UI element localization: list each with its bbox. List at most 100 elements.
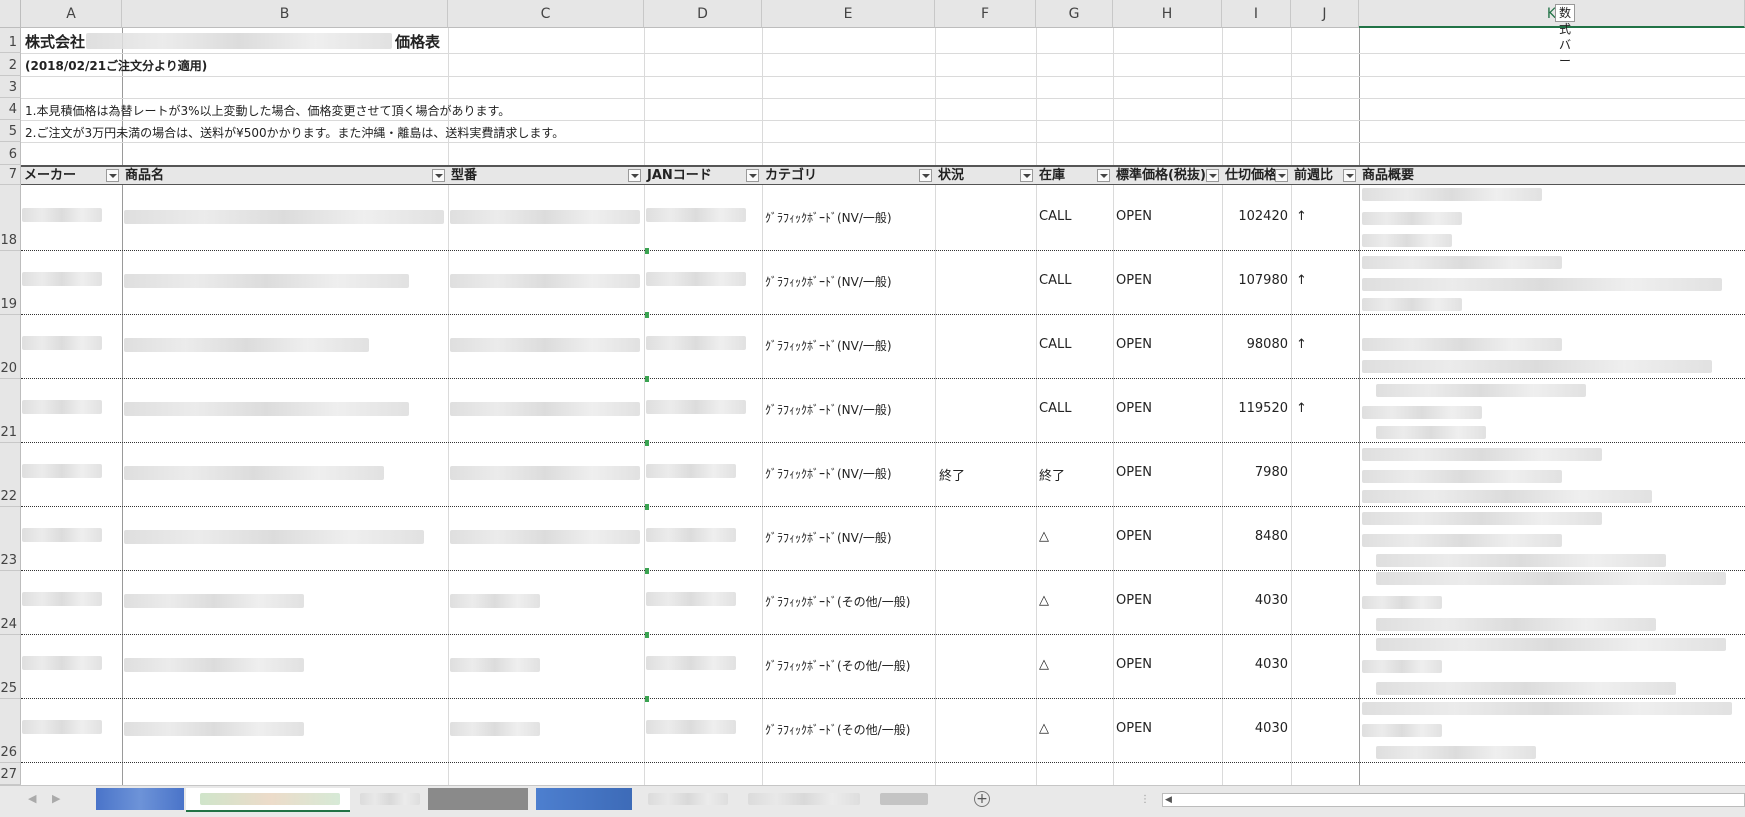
std-price-cell[interactable]: OPEN — [1116, 337, 1152, 352]
weekly-change-cell[interactable]: ↑ — [1296, 337, 1307, 352]
filter-dropdown-icon[interactable] — [106, 169, 119, 182]
sheet-tab-active[interactable] — [186, 788, 350, 812]
column-header-h[interactable]: H — [1113, 0, 1222, 28]
std-price-cell[interactable]: OPEN — [1116, 721, 1152, 736]
error-indicator-icon[interactable] — [645, 376, 649, 382]
weekly-change-cell[interactable]: ↑ — [1296, 401, 1307, 416]
category-cell[interactable]: ｸﾞﾗﾌｨｯｸﾎﾞｰﾄﾞ(その他/一般) — [765, 721, 910, 738]
add-sheet-icon[interactable]: + — [974, 791, 990, 807]
std-price-cell[interactable]: OPEN — [1116, 529, 1152, 544]
error-indicator-icon[interactable] — [645, 440, 649, 446]
table-header-summary[interactable]: 商品概要 — [1359, 165, 1745, 185]
price-cell[interactable]: 98080 — [1222, 337, 1288, 352]
column-header-c[interactable]: C — [448, 0, 644, 28]
filter-dropdown-icon[interactable] — [919, 169, 932, 182]
std-price-cell[interactable]: OPEN — [1116, 465, 1152, 480]
price-cell[interactable]: 119520 — [1222, 401, 1288, 416]
std-price-cell[interactable]: OPEN — [1116, 593, 1152, 608]
category-cell[interactable]: ｸﾞﾗﾌｨｯｸﾎﾞｰﾄﾞ(NV/一般) — [765, 401, 892, 418]
stock-cell[interactable]: △ — [1039, 593, 1049, 608]
category-cell[interactable]: ｸﾞﾗﾌｨｯｸﾎﾞｰﾄﾞ(その他/一般) — [765, 593, 910, 610]
sheet-tab[interactable] — [876, 788, 932, 810]
category-cell[interactable]: ｸﾞﾗﾌｨｯｸﾎﾞｰﾄﾞ(NV/一般) — [765, 209, 892, 226]
row-header[interactable]: 6 — [0, 142, 21, 165]
row-header[interactable]: 4 — [0, 98, 21, 120]
column-header-a[interactable]: A — [21, 0, 122, 28]
row-header[interactable]: 221 — [0, 379, 21, 443]
error-indicator-icon[interactable] — [645, 696, 649, 702]
row-header[interactable]: 226 — [0, 699, 21, 763]
stock-cell[interactable]: CALL — [1039, 273, 1071, 288]
filter-dropdown-icon[interactable] — [1206, 169, 1219, 182]
sheet-tab[interactable] — [96, 788, 184, 810]
error-indicator-icon[interactable] — [645, 568, 649, 574]
price-cell[interactable]: 7980 — [1222, 465, 1288, 480]
sheet-tab[interactable] — [356, 788, 424, 810]
error-indicator-icon[interactable] — [645, 312, 649, 318]
price-cell[interactable]: 8480 — [1222, 529, 1288, 544]
horizontal-scrollbar[interactable]: ◀ — [1162, 793, 1745, 807]
row-header[interactable]: 7 — [0, 165, 21, 185]
table-header-product-name[interactable]: 商品名 — [122, 165, 448, 185]
column-header-e[interactable]: E — [762, 0, 935, 28]
price-cell[interactable]: 102420 — [1222, 209, 1288, 224]
stock-cell[interactable]: △ — [1039, 721, 1049, 736]
sheet-tab[interactable] — [428, 788, 528, 810]
row-header[interactable]: 1 — [0, 28, 21, 53]
column-header-b[interactable]: B — [122, 0, 448, 28]
std-price-cell[interactable]: OPEN — [1116, 209, 1152, 224]
category-cell[interactable]: ｸﾞﾗﾌｨｯｸﾎﾞｰﾄﾞ(NV/一般) — [765, 273, 892, 290]
status-cell[interactable]: 終了 — [939, 465, 965, 484]
stock-cell[interactable]: △ — [1039, 657, 1049, 672]
row-header[interactable]: 222 — [0, 443, 21, 507]
row-header[interactable]: 225 — [0, 635, 21, 699]
std-price-cell[interactable]: OPEN — [1116, 273, 1152, 288]
tab-splitter-handle[interactable]: ⋮ — [1140, 794, 1150, 805]
weekly-change-cell[interactable]: ↑ — [1296, 209, 1307, 224]
std-price-cell[interactable]: OPEN — [1116, 657, 1152, 672]
price-cell[interactable]: 4030 — [1222, 593, 1288, 608]
next-sheet-icon[interactable]: ▶ — [52, 792, 60, 805]
table-header-maker[interactable]: メーカー — [21, 165, 122, 185]
row-header[interactable]: 223 — [0, 507, 21, 571]
column-header-i[interactable]: I — [1222, 0, 1291, 28]
sheet-tab[interactable] — [536, 788, 632, 810]
row-header[interactable]: 219 — [0, 251, 21, 315]
filter-dropdown-icon[interactable] — [1275, 169, 1288, 182]
filter-dropdown-icon[interactable] — [1020, 169, 1033, 182]
column-header-g[interactable]: G — [1036, 0, 1113, 28]
table-header-weekly-change[interactable]: 前週比 — [1291, 165, 1359, 185]
price-cell[interactable]: 107980 — [1222, 273, 1288, 288]
column-header-k[interactable]: K — [1359, 0, 1745, 28]
stock-cell[interactable]: △ — [1039, 529, 1049, 544]
table-header-jan[interactable]: JANコード — [644, 165, 762, 185]
weekly-change-cell[interactable]: ↑ — [1296, 273, 1307, 288]
error-indicator-icon[interactable] — [645, 504, 649, 510]
filter-dropdown-icon[interactable] — [1097, 169, 1110, 182]
filter-dropdown-icon[interactable] — [746, 169, 759, 182]
filter-dropdown-icon[interactable] — [1343, 169, 1356, 182]
sheet-tab[interactable] — [744, 788, 864, 810]
row-header[interactable]: 224 — [0, 571, 21, 635]
column-header-d[interactable]: D — [644, 0, 762, 28]
filter-dropdown-icon[interactable] — [432, 169, 445, 182]
stock-cell[interactable]: CALL — [1039, 337, 1071, 352]
select-all-corner[interactable] — [0, 0, 21, 28]
column-header-f[interactable]: F — [935, 0, 1036, 28]
category-cell[interactable]: ｸﾞﾗﾌｨｯｸﾎﾞｰﾄﾞ(NV/一般) — [765, 529, 892, 546]
stock-cell[interactable]: CALL — [1039, 209, 1071, 224]
row-header[interactable]: 2 — [0, 53, 21, 76]
stock-cell[interactable]: CALL — [1039, 401, 1071, 416]
category-cell[interactable]: ｸﾞﾗﾌｨｯｸﾎﾞｰﾄﾞ(その他/一般) — [765, 657, 910, 674]
price-cell[interactable]: 4030 — [1222, 657, 1288, 672]
table-header-stock[interactable]: 在庫 — [1036, 165, 1113, 185]
table-header-category[interactable]: カテゴリ — [762, 165, 935, 185]
category-cell[interactable]: ｸﾞﾗﾌｨｯｸﾎﾞｰﾄﾞ(NV/一般) — [765, 337, 892, 354]
row-header[interactable]: 3 — [0, 76, 21, 98]
table-header-status[interactable]: 状況 — [935, 165, 1036, 185]
category-cell[interactable]: ｸﾞﾗﾌｨｯｸﾎﾞｰﾄﾞ(NV/一般) — [765, 465, 892, 482]
row-header[interactable]: 218 — [0, 185, 21, 251]
error-indicator-icon[interactable] — [645, 248, 649, 254]
stock-cell[interactable]: 終了 — [1039, 465, 1065, 484]
row-header[interactable]: 227 — [0, 763, 21, 785]
